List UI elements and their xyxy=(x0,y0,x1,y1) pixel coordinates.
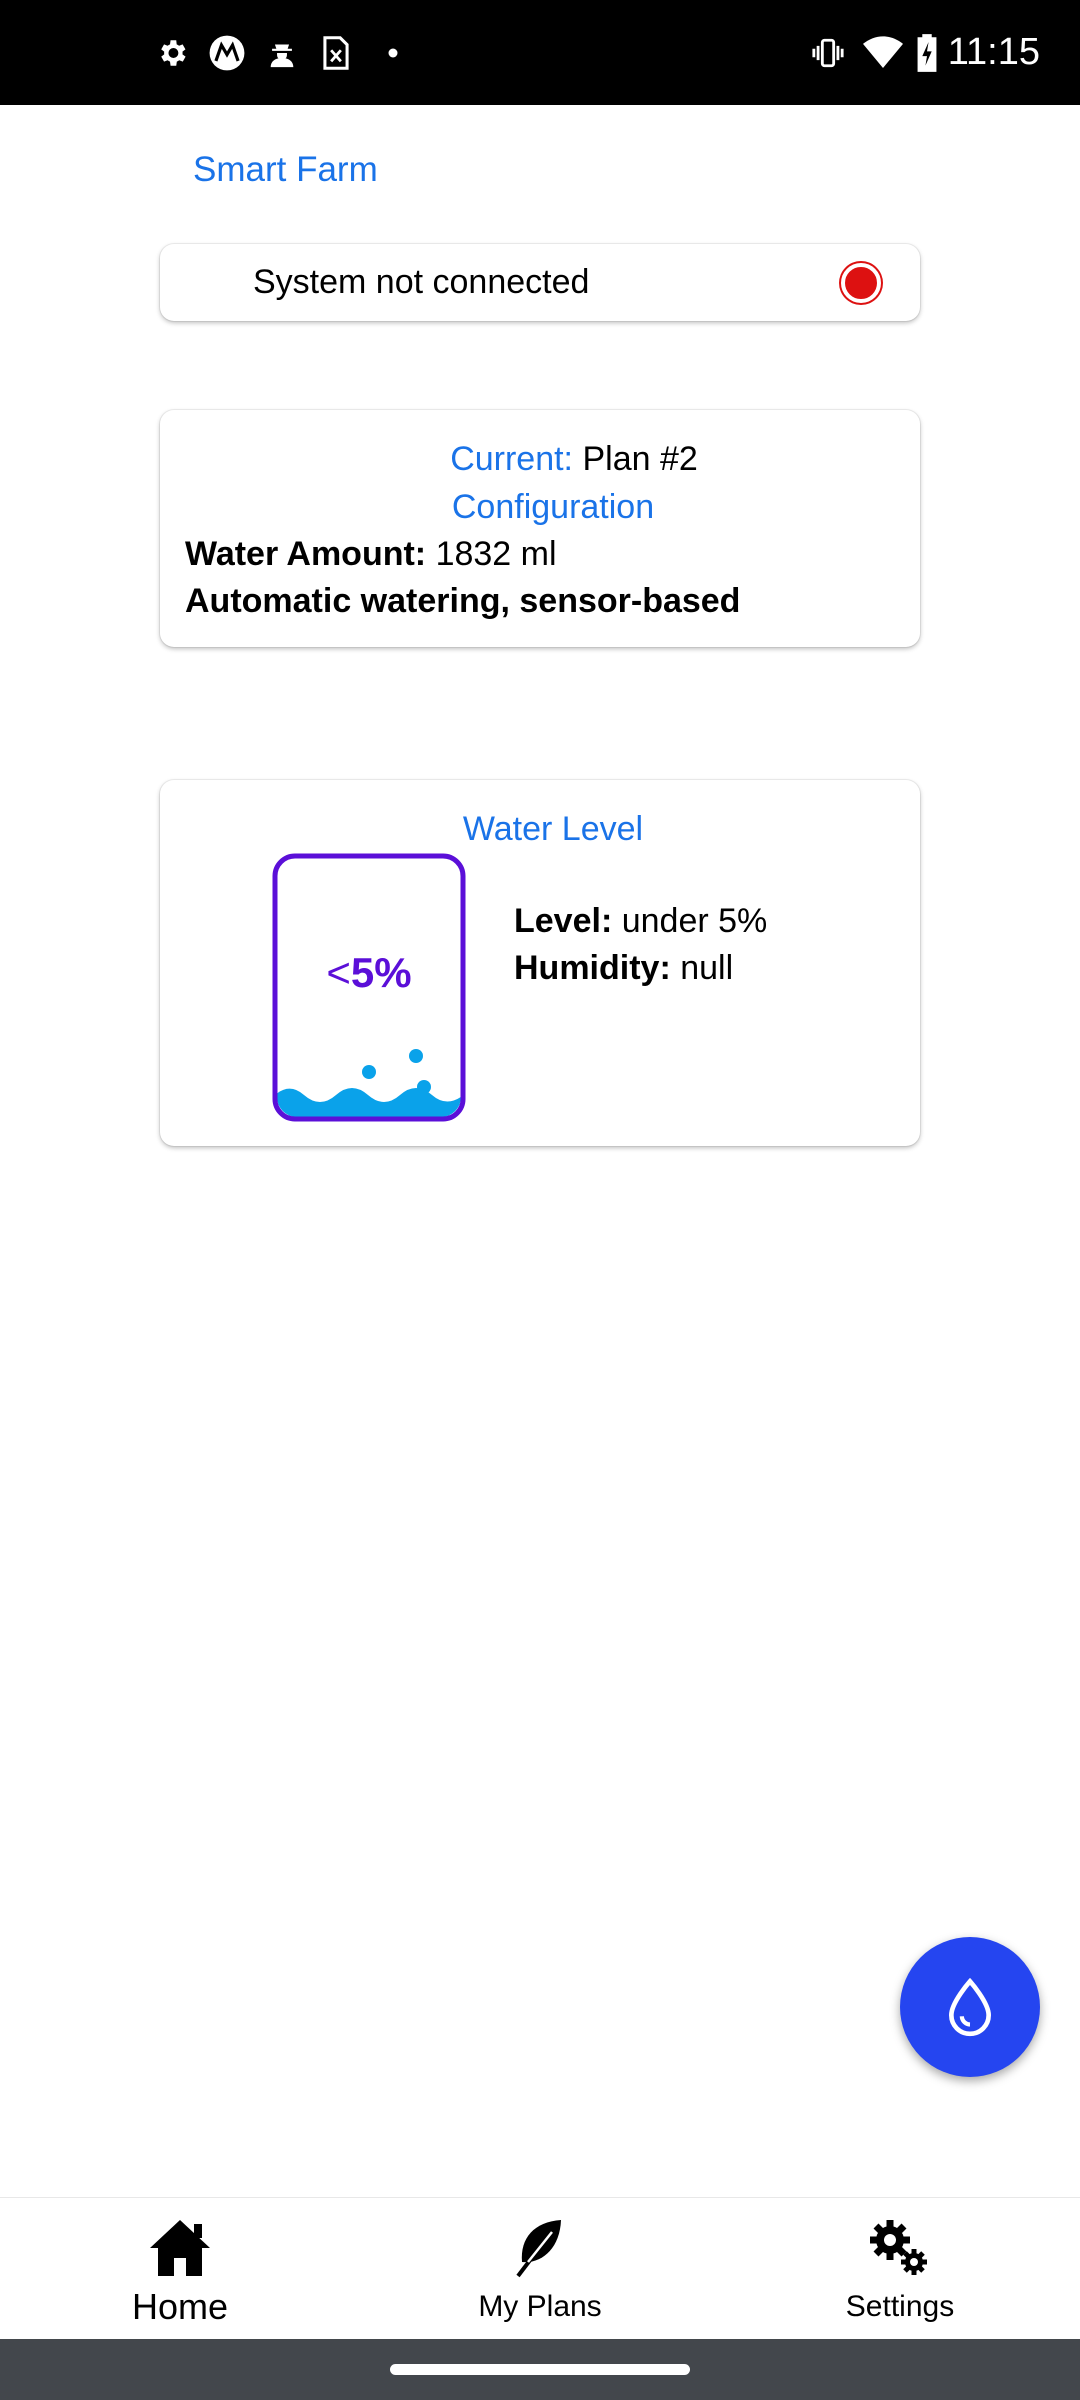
connection-status-card: System not connected xyxy=(160,244,920,321)
nav-label-my-plans: My Plans xyxy=(478,2290,602,2323)
nav-item-home[interactable]: Home xyxy=(0,2198,360,2340)
status-bar: 11:15 xyxy=(0,0,1080,105)
water-amount-label: Water Amount: xyxy=(185,535,427,573)
tank-prefix: < xyxy=(326,949,351,996)
water-amount-value: 1832 ml xyxy=(435,535,557,573)
home-gesture-handle[interactable] xyxy=(390,2364,690,2375)
configuration-label: Configuration xyxy=(451,488,655,526)
water-level-title: Water Level xyxy=(462,810,644,848)
connection-status-text: System not connected xyxy=(253,263,590,301)
water-tank: <5% xyxy=(272,853,466,1122)
humidity-value: null xyxy=(680,949,734,987)
nav-label-home: Home xyxy=(131,2286,229,2327)
water-level-card: Water Level <5% Level: under 5% Humidity… xyxy=(160,780,920,1146)
nav-item-settings[interactable]: Settings xyxy=(720,2198,1080,2340)
dot-icon xyxy=(386,0,400,105)
home-icon xyxy=(0,2218,360,2282)
nav-label-settings: Settings xyxy=(845,2290,955,2323)
gear-icon xyxy=(154,0,190,105)
gears-icon xyxy=(720,2218,1080,2282)
tank-level-text: <5% xyxy=(272,949,466,997)
humidity-label: Humidity: xyxy=(514,949,671,987)
watering-mode: Automatic watering, sensor-based xyxy=(185,582,741,620)
humidity-line: Humidity: null xyxy=(514,949,733,988)
current-label: Current: xyxy=(450,440,574,478)
motorola-icon xyxy=(207,0,247,105)
spy-icon xyxy=(264,0,300,105)
status-time: 11:15 xyxy=(947,31,1040,73)
current-plan-name: Plan #2 xyxy=(582,440,698,478)
sim-card-icon xyxy=(320,0,352,105)
wifi-icon xyxy=(862,0,904,105)
gesture-navigation-bar xyxy=(0,2339,1080,2400)
bottom-navigation: Home My Plans Settings xyxy=(0,2197,1080,2340)
app-title: Smart Farm xyxy=(193,150,378,189)
level-value: under 5% xyxy=(621,902,768,940)
current-plan-card[interactable]: Current: Plan #2 Configuration Water Amo… xyxy=(160,410,920,647)
vibrate-icon xyxy=(808,0,848,105)
current-plan-line: Current: Plan #2 xyxy=(160,440,920,479)
tank-percent: 5% xyxy=(350,949,412,996)
water-fab-button[interactable] xyxy=(900,1937,1040,2077)
level-label: Level: xyxy=(514,902,613,940)
connection-status-indicator xyxy=(841,263,881,303)
leaf-icon xyxy=(360,2218,720,2282)
battery-icon xyxy=(914,0,940,105)
nav-item-my-plans[interactable]: My Plans xyxy=(360,2198,720,2340)
water-amount-line: Water Amount: 1832 ml xyxy=(185,535,557,574)
water-drop-icon xyxy=(948,1977,992,2037)
level-line: Level: under 5% xyxy=(514,902,767,941)
